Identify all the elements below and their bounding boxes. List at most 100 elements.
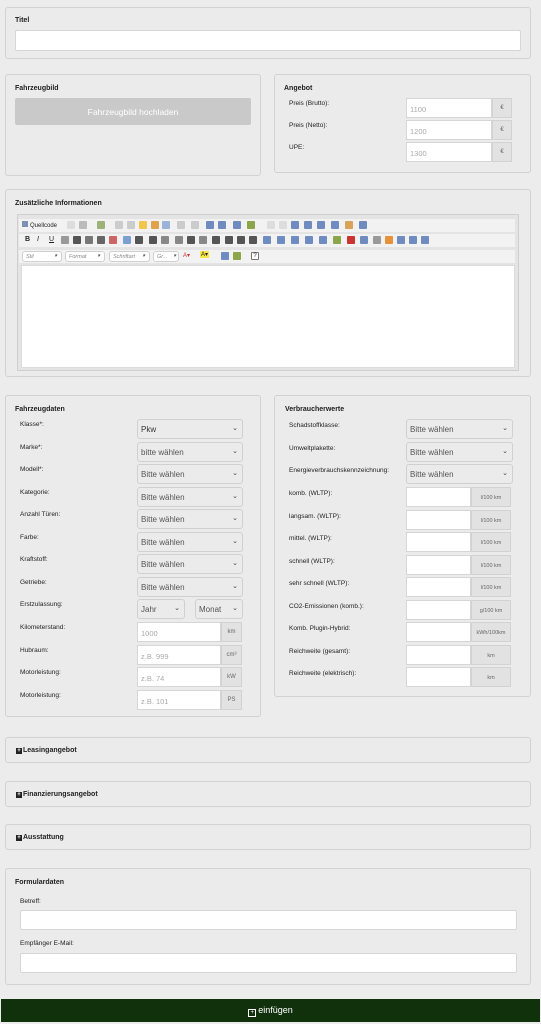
toolbar-icon[interactable] — [123, 236, 131, 244]
consumption-field-select[interactable]: Bitte wählen ⌄ — [406, 441, 513, 462]
toolbar-icon[interactable] — [151, 221, 159, 229]
consumption-field-input[interactable] — [406, 509, 471, 530]
consumption-field-input[interactable] — [406, 577, 471, 597]
toolbar-icon[interactable] — [359, 221, 367, 229]
recipient-email-input[interactable] — [20, 953, 517, 973]
size-select[interactable]: Gr... ▾ — [153, 251, 179, 262]
toolbar-icon[interactable] — [139, 221, 147, 229]
toolbar-icon[interactable] — [291, 221, 299, 229]
toolbar-icon[interactable] — [409, 236, 417, 244]
vehicle-field-input[interactable]: z.B. 74 — [137, 667, 221, 687]
toolbar-icon[interactable] — [175, 236, 183, 244]
consumption-field-input[interactable] — [406, 622, 471, 642]
toolbar-icon[interactable] — [85, 236, 93, 244]
upload-image-button[interactable]: Fahrzeugbild hochladen — [15, 98, 251, 125]
style-select[interactable]: Stil ▾ — [22, 251, 62, 262]
toolbar-icon[interactable] — [149, 236, 157, 244]
format-select[interactable]: Format ▾ — [65, 251, 105, 262]
consumption-field-select[interactable]: Bitte wählen ⌄ — [406, 419, 513, 439]
vehicle-field-input[interactable]: z.B. 101 — [137, 689, 221, 710]
toolbar-icon[interactable] — [61, 236, 69, 244]
toolbar-icon[interactable] — [218, 221, 226, 229]
registration-month-select[interactable]: Monat ⌄ — [195, 599, 243, 619]
toolbar-icon[interactable] — [347, 236, 355, 244]
underline-button[interactable]: U — [49, 236, 54, 243]
blocks-icon[interactable] — [233, 252, 241, 260]
vehicle-field-select[interactable]: Bitte wählen ⌄ — [137, 576, 243, 597]
toolbar-icon[interactable] — [333, 236, 341, 244]
consumption-field-input[interactable] — [406, 599, 471, 620]
toolbar-icon[interactable] — [177, 221, 185, 229]
toolbar-icon[interactable] — [206, 221, 214, 229]
bold-button[interactable]: B — [25, 236, 30, 243]
toolbar-icon[interactable] — [97, 221, 105, 229]
toolbar-icon[interactable] — [263, 236, 271, 244]
offer-price-input[interactable]: 1300 — [406, 142, 492, 162]
toolbar-icon[interactable] — [317, 221, 325, 229]
registration-year-select[interactable]: Jahr ⌄ — [137, 599, 185, 619]
toolbar-icon[interactable] — [277, 236, 285, 244]
maximize-icon[interactable] — [221, 252, 229, 260]
vehicle-field-select[interactable]: Pkw ⌄ — [137, 419, 243, 439]
source-button[interactable]: Quellcode — [22, 221, 57, 229]
toolbar-icon[interactable] — [305, 236, 313, 244]
consumption-field-input[interactable] — [406, 532, 471, 552]
toolbar-icon[interactable] — [191, 221, 199, 229]
toolbar-icon[interactable] — [345, 221, 353, 229]
toolbar-icon[interactable] — [331, 221, 339, 229]
vehicle-field-select[interactable]: Bitte wählen ⌄ — [137, 509, 243, 529]
background-color-button[interactable]: A▾ — [200, 251, 210, 258]
italic-button[interactable]: I — [37, 236, 39, 243]
toolbar-icon[interactable] — [115, 221, 123, 229]
toolbar-icon[interactable] — [237, 236, 245, 244]
vehicle-field-input[interactable]: z.B. 999 — [137, 644, 221, 665]
toolbar-icon[interactable] — [233, 221, 241, 229]
financing-section[interactable]: + Finanzierungsangebot — [5, 781, 531, 807]
equipment-section[interactable]: + Ausstattung — [5, 824, 531, 850]
toolbar-icon[interactable] — [67, 221, 75, 229]
toolbar-icon[interactable] — [360, 236, 368, 244]
toolbar-icon[interactable] — [225, 236, 233, 244]
vehicle-field-select[interactable]: Bitte wählen ⌄ — [137, 486, 243, 507]
toolbar-icon[interactable] — [249, 236, 257, 244]
toolbar-icon[interactable] — [291, 236, 299, 244]
toolbar-icon[interactable] — [247, 221, 255, 229]
title-input[interactable] — [15, 30, 521, 51]
toolbar-icon[interactable] — [267, 221, 275, 229]
toolbar-icon[interactable] — [187, 236, 195, 244]
toolbar-icon[interactable] — [73, 236, 81, 244]
offer-price-input[interactable]: 1200 — [406, 120, 492, 140]
toolbar-icon[interactable] — [97, 236, 105, 244]
toolbar-icon[interactable] — [127, 221, 135, 229]
submit-button[interactable]: + einfügen — [1, 999, 540, 1022]
toolbar-icon[interactable] — [135, 236, 143, 244]
help-icon[interactable]: ? — [251, 252, 259, 260]
consumption-field-select[interactable]: Bitte wählen ⌄ — [406, 464, 513, 484]
toolbar-icon[interactable] — [199, 236, 207, 244]
vehicle-field-select[interactable]: Bitte wählen ⌄ — [137, 554, 243, 574]
vehicle-field-select[interactable]: Bitte wählen ⌄ — [137, 464, 243, 484]
toolbar-icon[interactable] — [109, 236, 117, 244]
toolbar-icon[interactable] — [373, 236, 381, 244]
offer-price-input[interactable]: 1100 — [406, 98, 492, 118]
toolbar-icon[interactable] — [421, 236, 429, 244]
toolbar-icon[interactable] — [161, 236, 169, 244]
toolbar-icon[interactable] — [79, 221, 87, 229]
text-color-button[interactable]: A▾ — [183, 252, 190, 259]
consumption-field-input[interactable] — [406, 554, 471, 575]
toolbar-icon[interactable] — [319, 236, 327, 244]
toolbar-icon[interactable] — [162, 221, 170, 229]
vehicle-field-select[interactable]: bitte wählen ⌄ — [137, 441, 243, 462]
consumption-field-input[interactable] — [406, 644, 471, 665]
vehicle-field-select[interactable]: Bitte wählen ⌄ — [137, 531, 243, 552]
subject-input[interactable] — [20, 910, 517, 930]
toolbar-icon[interactable] — [279, 221, 287, 229]
leasing-section[interactable]: + Leasingangebot — [5, 737, 531, 763]
toolbar-icon[interactable] — [212, 236, 220, 244]
consumption-field-input[interactable] — [406, 667, 471, 687]
vehicle-field-input[interactable]: 1000 — [137, 622, 221, 642]
toolbar-icon[interactable] — [304, 221, 312, 229]
consumption-field-input[interactable] — [406, 487, 471, 507]
toolbar-icon[interactable] — [385, 236, 393, 244]
toolbar-icon[interactable] — [397, 236, 405, 244]
